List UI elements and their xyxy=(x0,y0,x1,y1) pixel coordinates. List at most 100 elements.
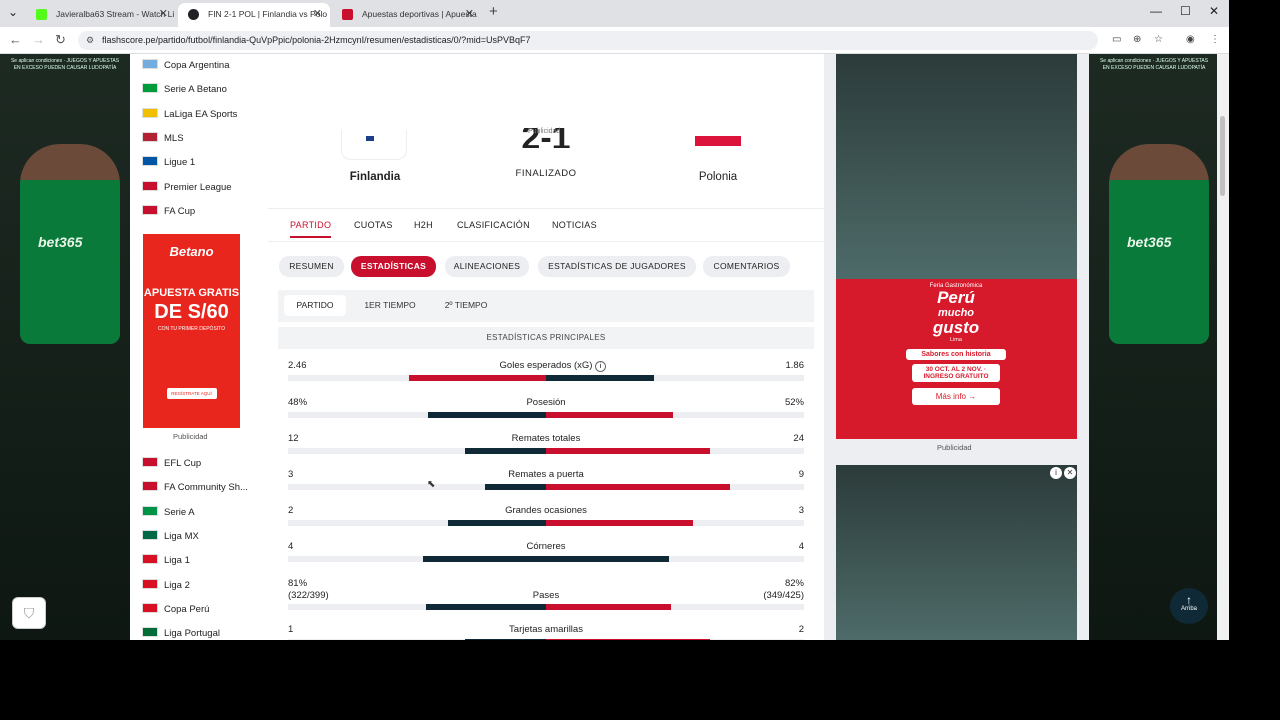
zoom-icon[interactable]: ⊕ xyxy=(1133,34,1141,45)
bet365-banner[interactable]: bet365 Hasta S/500 en bonos de apuesta p… xyxy=(456,56,637,127)
tab-cuotas[interactable]: CUOTAS xyxy=(354,220,393,236)
ad-city: Lima xyxy=(950,337,962,343)
league-item[interactable]: LaLiga EA Sports xyxy=(142,105,237,125)
close-tab-icon[interactable]: ✕ xyxy=(313,3,322,25)
subtab-alineaciones[interactable]: ALINEACIONES xyxy=(445,256,529,277)
feria-ad-text: Feria Gastronómica Perú mucho gusto Lima… xyxy=(898,279,1014,419)
scroll-top-button[interactable]: ↑ Arriba xyxy=(1170,588,1208,624)
reload-icon[interactable]: ↻ xyxy=(55,32,66,48)
ceviche-ad[interactable]: i ✕ xyxy=(836,465,1077,640)
subtab-comentarios[interactable]: COMENTARIOS xyxy=(703,256,790,277)
tab-strip: ⌄ Javieralba63 Stream - Watch Li ✕ FIN 2… xyxy=(0,0,1229,27)
league-name: Copa Argentina xyxy=(164,60,230,71)
betano-sidebar-ad[interactable]: Betano APUESTA GRATIS DE S/60 CON TU PRI… xyxy=(143,234,240,428)
league-item[interactable]: Ligue 1 xyxy=(142,153,195,173)
forward-icon[interactable]: → xyxy=(32,32,45,47)
cast-icon[interactable]: ▭ xyxy=(1112,34,1121,45)
tab-clasificacion[interactable]: CLASIFICACIÓN xyxy=(457,220,530,236)
maximize-icon[interactable]: ☐ xyxy=(1180,4,1191,18)
league-item[interactable]: Liga 1 xyxy=(142,551,190,571)
ad-close-icon[interactable]: ✕ xyxy=(1064,467,1076,479)
home-bar xyxy=(484,484,546,490)
league-item[interactable]: Premier League xyxy=(142,178,232,198)
bookmaker-name: betsson xyxy=(279,66,337,83)
period-1er-tiempo[interactable]: 1ER TIEMPO xyxy=(356,295,424,316)
back-icon[interactable]: ← xyxy=(9,32,22,47)
profile-icon[interactable]: ◉ xyxy=(1186,34,1195,45)
right-side-ad[interactable]: Se aplican condiciones · JUEGOS Y APUEST… xyxy=(1089,54,1217,640)
period-selector: PARTIDO 1ER TIEMPO 2º TIEMPO xyxy=(278,290,814,322)
flag-icon xyxy=(142,578,158,589)
browser-tab-3[interactable]: Apuestas deportivas | Apuesta ✕ xyxy=(332,3,482,27)
chevron-down-icon[interactable]: ⌄ xyxy=(806,64,814,75)
league-item[interactable]: FA Cup xyxy=(142,202,195,222)
league-item[interactable]: MLS xyxy=(142,129,184,149)
flag-icon xyxy=(142,529,158,540)
feria-peru-ad[interactable]: Feria Gastronómica Perú mucho gusto Lima… xyxy=(836,54,1077,439)
flag-icon xyxy=(142,505,158,516)
league-item[interactable]: Liga MX xyxy=(142,527,199,547)
poland-crest[interactable] xyxy=(695,136,741,146)
ad-amount: DE S/60 xyxy=(154,301,229,323)
ad-register-button[interactable]: REGÍSTRATE AQUÍ xyxy=(166,388,217,399)
finland-crest[interactable] xyxy=(341,130,407,160)
league-item[interactable]: Serie A xyxy=(142,503,195,523)
league-item[interactable]: Liga Portugal xyxy=(142,624,220,640)
privacy-shield-button[interactable]: ⛉ xyxy=(12,597,46,629)
tab-partido[interactable]: PARTIDO xyxy=(290,220,332,238)
scrollbar-thumb[interactable] xyxy=(1220,116,1225,196)
betano-banner[interactable]: Betano Apuesta Gratis de S/60 con tu 1er… xyxy=(643,56,824,127)
league-item[interactable]: Serie A Betano xyxy=(142,80,227,100)
league-item[interactable]: Liga 2 xyxy=(142,576,190,596)
minimize-icon[interactable]: — xyxy=(1150,4,1162,18)
tab-h2h[interactable]: H2H xyxy=(414,220,433,236)
subtab-estadisticas-jugadores[interactable]: ESTADÍSTICAS DE JUGADORES xyxy=(538,256,696,277)
ad-title-peru: Perú xyxy=(937,288,975,307)
home-team-name[interactable]: Finlandia xyxy=(325,171,425,183)
close-window-icon[interactable]: ✕ xyxy=(1209,4,1219,18)
subtab-resumen[interactable]: RESUMEN xyxy=(279,256,344,277)
league-item[interactable]: FA Community Sh... xyxy=(142,478,248,498)
new-tab-button[interactable]: + xyxy=(489,3,498,20)
subtab-estadisticas[interactable]: ESTADÍSTICAS xyxy=(351,256,436,277)
site-info-icon[interactable]: ⚙ xyxy=(86,31,94,50)
flag-icon xyxy=(142,204,158,215)
chevron-down-icon[interactable]: ⌄ xyxy=(432,64,440,75)
main-tabs: PARTIDO CUOTAS H2H CLASIFICACIÓN NOTICIA… xyxy=(268,214,824,242)
league-item[interactable]: Copa Argentina xyxy=(142,56,230,76)
address-bar[interactable]: ⚙ flashscore.pe/partido/futbol/finlandia… xyxy=(78,31,1098,50)
bookmark-star-icon[interactable]: ☆ xyxy=(1154,34,1163,45)
menu-icon[interactable]: ⋮ xyxy=(1210,34,1220,45)
browser-tab-2[interactable]: FIN 2-1 POL | Finlandia vs Polo ✕ xyxy=(178,3,330,27)
ad-title-gusto: gusto xyxy=(932,318,980,337)
betsson-banner[interactable]: betsson Apuesta gratis de S/50 con tu 1e… xyxy=(269,56,450,127)
tab-title: Apuestas deportivas | Apuesta xyxy=(362,9,477,19)
left-side-ad[interactable]: Se aplican condiciones · JUEGOS Y APUEST… xyxy=(0,54,130,640)
bookmaker-banners: betsson Apuesta gratis de S/50 con tu 1e… xyxy=(268,54,824,130)
page-scrollbar[interactable] xyxy=(1217,54,1229,640)
away-value: 1.86 xyxy=(785,360,805,371)
period-2do-tiempo[interactable]: 2º TIEMPO xyxy=(434,295,498,316)
close-tab-icon[interactable]: ✕ xyxy=(465,3,474,25)
league-item[interactable]: Copa Perú xyxy=(142,600,209,620)
stat-row: 4 Córneres 4 xyxy=(288,541,804,571)
league-name: EFL Cup xyxy=(164,458,202,469)
browser-tab-1[interactable]: Javieralba63 Stream - Watch Li ✕ xyxy=(26,3,176,27)
ad-info-icon[interactable]: i xyxy=(1050,467,1062,479)
ad-sub: CON TU PRIMER DEPÓSITO xyxy=(157,326,226,332)
chevron-down-icon[interactable]: ⌄ xyxy=(619,64,627,75)
stat-bar-track xyxy=(288,639,804,640)
away-team-name[interactable]: Polonia xyxy=(668,171,768,183)
tab-noticias[interactable]: NOTICIAS xyxy=(552,220,597,236)
ad-more-info-button[interactable]: Más info → xyxy=(912,388,1000,405)
ceviche-image xyxy=(836,54,1077,279)
match-panel: betsson Apuesta gratis de S/50 con tu 1e… xyxy=(268,54,824,640)
close-tab-icon[interactable]: ✕ xyxy=(159,3,168,25)
info-icon[interactable]: i xyxy=(595,361,606,372)
league-name: FA Community Sh... xyxy=(164,482,248,494)
tab-search-icon[interactable]: ⌄ xyxy=(8,5,18,19)
away-value: 4 xyxy=(798,541,804,552)
league-item[interactable]: EFL Cup xyxy=(142,454,201,474)
period-partido[interactable]: PARTIDO xyxy=(284,295,346,316)
ad-brand-logo: bet365 xyxy=(1127,234,1172,250)
